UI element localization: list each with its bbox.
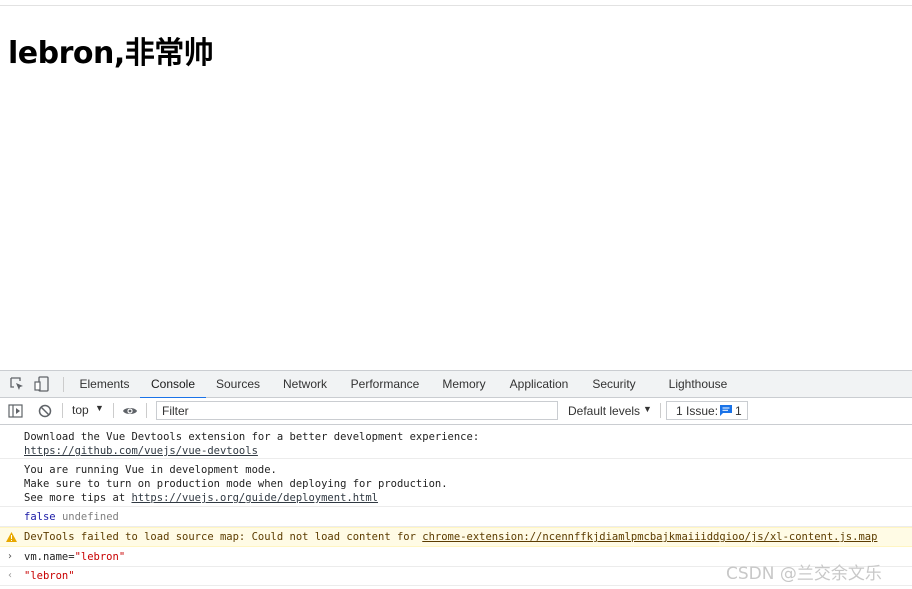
toolbar-divider bbox=[62, 403, 63, 418]
console-toolbar: top ▼ Filter Default levels ▼ 1 Issue: 1 bbox=[0, 398, 912, 425]
source-map-link[interactable]: chrome-extension://ncennffkjdiamlpmcbajk… bbox=[422, 531, 877, 543]
message-text: Download the Vue Devtools extension for … bbox=[24, 431, 480, 443]
toolbar-divider bbox=[660, 403, 661, 418]
sidebar-toggle-icon[interactable] bbox=[8, 403, 24, 419]
warning-icon bbox=[6, 532, 17, 542]
tab-application[interactable]: Application bbox=[501, 371, 577, 398]
issues-label: 1 Issue: bbox=[676, 404, 719, 418]
tab-elements[interactable]: Elements bbox=[72, 371, 137, 398]
devtools-panel: Elements Console Sources Network Perform… bbox=[0, 370, 912, 589]
message-text: See more tips at bbox=[24, 492, 132, 504]
message-icon bbox=[720, 405, 732, 416]
result-arrow-icon: ‹ bbox=[8, 570, 12, 581]
chevron-down-icon[interactable]: ▼ bbox=[643, 404, 652, 414]
devtools-tabbar: Elements Console Sources Network Perform… bbox=[0, 370, 912, 399]
console-warning: DevTools failed to load source map: Coul… bbox=[0, 527, 912, 547]
tab-lighthouse[interactable]: Lighthouse bbox=[660, 371, 736, 398]
console-message: Download the Vue Devtools extension for … bbox=[0, 427, 912, 459]
tab-security[interactable]: Security bbox=[585, 371, 643, 398]
input-code: vm.name= bbox=[24, 551, 75, 563]
issues-button[interactable]: 1 Issue: 1 bbox=[666, 401, 748, 420]
page-heading: lebron,非常帅 bbox=[8, 36, 214, 71]
input-string: "lebron" bbox=[74, 551, 126, 563]
toolbar-divider bbox=[63, 377, 64, 392]
message-text: You are running Vue in development mode. bbox=[24, 464, 277, 476]
message-text: Make sure to turn on production mode whe… bbox=[24, 478, 448, 490]
undefined-value: undefined bbox=[61, 511, 119, 523]
devtools-link[interactable]: https://github.com/vuejs/vue-devtools bbox=[24, 444, 912, 458]
console-message: false undefined bbox=[0, 508, 912, 527]
toolbar-divider bbox=[113, 403, 114, 418]
tab-memory[interactable]: Memory bbox=[434, 371, 494, 398]
console-message: You are running Vue in development mode.… bbox=[0, 460, 912, 507]
context-selector[interactable]: top bbox=[72, 403, 89, 417]
tab-sources[interactable]: Sources bbox=[209, 371, 267, 398]
tab-console[interactable]: Console bbox=[140, 371, 206, 399]
watermark: CSDN @兰交余文乐 bbox=[726, 564, 882, 584]
warning-text: DevTools failed to load source map: Coul… bbox=[24, 531, 423, 543]
deployment-guide-link[interactable]: https://vuejs.org/guide/deployment.html bbox=[131, 492, 378, 504]
eye-icon[interactable] bbox=[122, 403, 138, 419]
tab-performance[interactable]: Performance bbox=[343, 371, 427, 398]
log-levels-dropdown[interactable]: Default levels bbox=[568, 404, 640, 418]
issues-count: 1 bbox=[735, 404, 742, 418]
clear-console-icon[interactable] bbox=[37, 403, 53, 419]
filter-input[interactable]: Filter bbox=[156, 401, 558, 420]
device-toolbar-icon[interactable] bbox=[34, 376, 50, 392]
chevron-down-icon[interactable]: ▼ bbox=[95, 403, 104, 413]
tab-network[interactable]: Network bbox=[275, 371, 335, 398]
inspect-element-icon[interactable] bbox=[9, 376, 25, 392]
input-chevron-icon: › bbox=[8, 551, 12, 562]
boolean-value: false bbox=[24, 511, 56, 523]
toolbar-divider bbox=[146, 403, 147, 418]
browser-top-border bbox=[0, 5, 912, 6]
